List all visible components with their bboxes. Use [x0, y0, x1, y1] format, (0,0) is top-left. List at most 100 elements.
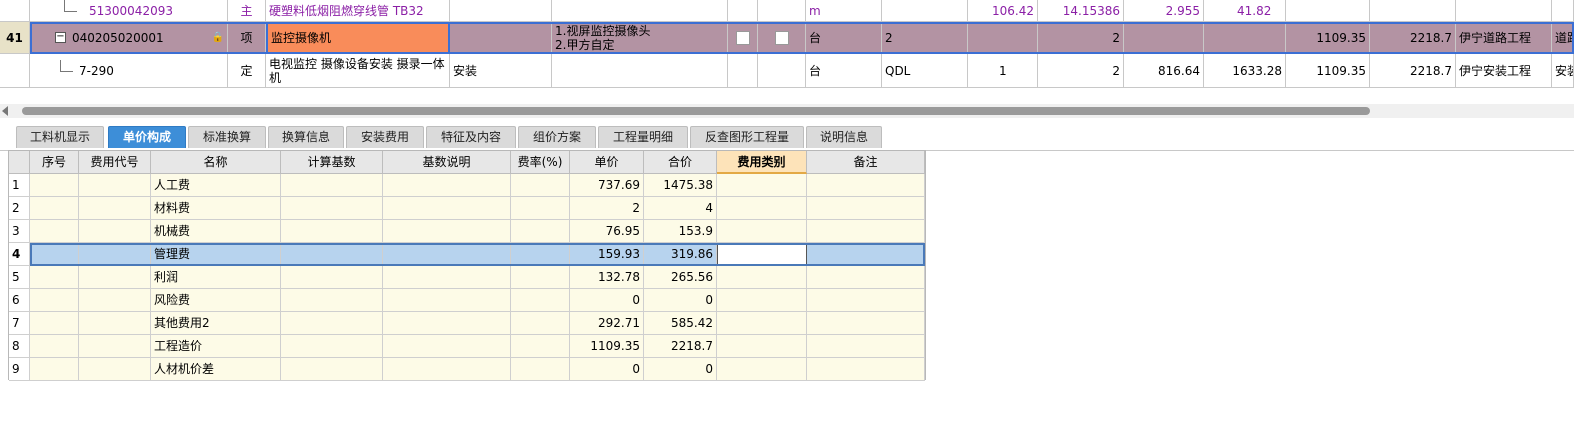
price-cell[interactable]: 0 — [570, 358, 644, 381]
seq-cell[interactable] — [30, 174, 79, 197]
base-cell[interactable] — [281, 243, 383, 266]
total-cell[interactable]: 319.86 — [644, 243, 717, 266]
rate-cell[interactable] — [511, 220, 570, 243]
base-cell[interactable] — [281, 358, 383, 381]
scrollbar-thumb[interactable] — [22, 107, 1370, 115]
grid-row[interactable]: 3 机械费 76.95 153.9 — [9, 220, 925, 243]
table-row-selected[interactable]: 41 − 040205020001 🔒 项 监控摄像机 1.视屏监控摄像头 2.… — [0, 22, 1574, 54]
seq-cell[interactable] — [30, 243, 79, 266]
price-cell[interactable]: 1109.35 — [570, 335, 644, 358]
base-desc-cell[interactable] — [383, 243, 511, 266]
code-cell[interactable] — [79, 243, 151, 266]
col-base[interactable]: 计算基数 — [281, 151, 383, 174]
rate-cell[interactable] — [511, 312, 570, 335]
rate-cell[interactable] — [511, 197, 570, 220]
remark-cell[interactable] — [807, 266, 925, 289]
tab-pricing-plan[interactable]: 组价方案 — [518, 126, 596, 148]
fee-category-cell[interactable] — [717, 312, 807, 335]
code-cell[interactable] — [79, 197, 151, 220]
name-cell[interactable]: 利润 — [151, 266, 281, 289]
fee-category-cell[interactable] — [717, 220, 807, 243]
table-row[interactable]: 51300042093 主 硬塑料低烟阻燃穿线管 TB32 m 106.42 1… — [0, 0, 1574, 22]
price-cell[interactable]: 132.78 — [570, 266, 644, 289]
col-total[interactable]: 合价 — [644, 151, 717, 174]
name-cell[interactable]: 人材机价差 — [151, 358, 281, 381]
total-cell[interactable]: 0 — [644, 358, 717, 381]
seq-cell[interactable] — [30, 220, 79, 243]
base-desc-cell[interactable] — [383, 335, 511, 358]
tab-install-fee[interactable]: 安装费用 — [346, 126, 424, 148]
fee-category-cell[interactable] — [717, 174, 807, 197]
name-cell[interactable]: 风险费 — [151, 289, 281, 312]
code-cell[interactable] — [79, 266, 151, 289]
remark-cell[interactable] — [807, 220, 925, 243]
rate-cell[interactable] — [511, 266, 570, 289]
tab-standard-convert[interactable]: 标准换算 — [188, 126, 266, 148]
price-cell[interactable]: 737.69 — [570, 174, 644, 197]
base-desc-cell[interactable] — [383, 174, 511, 197]
remark-cell[interactable] — [807, 243, 925, 266]
fee-category-cell[interactable] — [717, 266, 807, 289]
grid-row[interactable]: 8 工程造价 1109.35 2218.7 — [9, 335, 925, 358]
seq-cell[interactable] — [30, 312, 79, 335]
total-cell[interactable]: 0 — [644, 289, 717, 312]
seq-cell[interactable] — [30, 197, 79, 220]
fee-category-cell[interactable] — [717, 197, 807, 220]
total-cell[interactable]: 585.42 — [644, 312, 717, 335]
rate-cell[interactable] — [511, 335, 570, 358]
remark-cell[interactable] — [807, 197, 925, 220]
total-cell[interactable]: 4 — [644, 197, 717, 220]
tab-unit-price[interactable]: 单价构成 — [108, 126, 186, 148]
total-cell[interactable]: 1475.38 — [644, 174, 717, 197]
tab-labor-material[interactable]: 工料机显示 — [16, 126, 104, 148]
grid-row-selected[interactable]: 4 管理费 159.93 319.86 — [9, 243, 925, 266]
code-cell[interactable] — [79, 335, 151, 358]
remark-cell[interactable] — [807, 358, 925, 381]
base-desc-cell[interactable] — [383, 220, 511, 243]
col-rate[interactable]: 费率(%) — [511, 151, 570, 174]
code-cell[interactable] — [79, 289, 151, 312]
rate-cell[interactable] — [511, 289, 570, 312]
total-cell[interactable]: 153.9 — [644, 220, 717, 243]
name-cell[interactable]: 材料费 — [151, 197, 281, 220]
col-seq[interactable]: 序号 — [30, 151, 79, 174]
remark-cell[interactable] — [807, 174, 925, 197]
fee-category-cell[interactable] — [717, 243, 807, 266]
tab-convert-info[interactable]: 换算信息 — [268, 126, 344, 148]
rate-cell[interactable] — [511, 243, 570, 266]
checkbox[interactable] — [774, 30, 789, 45]
fee-category-cell[interactable] — [717, 335, 807, 358]
col-name[interactable]: 名称 — [151, 151, 281, 174]
price-cell[interactable]: 76.95 — [570, 220, 644, 243]
tab-feature[interactable]: 特征及内容 — [426, 126, 516, 148]
name-cell[interactable]: 管理费 — [151, 243, 281, 266]
base-cell[interactable] — [281, 266, 383, 289]
rate-cell[interactable] — [511, 174, 570, 197]
price-cell[interactable]: 292.71 — [570, 312, 644, 335]
seq-cell[interactable] — [30, 358, 79, 381]
base-cell[interactable] — [281, 220, 383, 243]
tab-graphic-quantity[interactable]: 反查图形工程量 — [690, 126, 804, 148]
col-base-desc[interactable]: 基数说明 — [383, 151, 511, 174]
remark-cell[interactable] — [807, 335, 925, 358]
grid-row[interactable]: 7 其他费用2 292.71 585.42 — [9, 312, 925, 335]
base-cell[interactable] — [281, 174, 383, 197]
seq-cell[interactable] — [30, 266, 79, 289]
name-cell[interactable]: 工程造价 — [151, 335, 281, 358]
fee-category-cell[interactable] — [717, 358, 807, 381]
col-remark[interactable]: 备注 — [807, 151, 925, 174]
base-desc-cell[interactable] — [383, 289, 511, 312]
name-cell[interactable]: 人工费 — [151, 174, 281, 197]
code-cell[interactable] — [79, 358, 151, 381]
base-cell[interactable] — [281, 312, 383, 335]
remark-cell[interactable] — [807, 289, 925, 312]
base-desc-cell[interactable] — [383, 358, 511, 381]
name-cell[interactable]: 其他费用2 — [151, 312, 281, 335]
remark-cell[interactable] — [807, 312, 925, 335]
price-cell[interactable]: 0 — [570, 289, 644, 312]
tab-description[interactable]: 说明信息 — [806, 126, 882, 148]
base-cell[interactable] — [281, 335, 383, 358]
price-cell[interactable]: 2 — [570, 197, 644, 220]
code-cell[interactable] — [79, 312, 151, 335]
base-desc-cell[interactable] — [383, 266, 511, 289]
